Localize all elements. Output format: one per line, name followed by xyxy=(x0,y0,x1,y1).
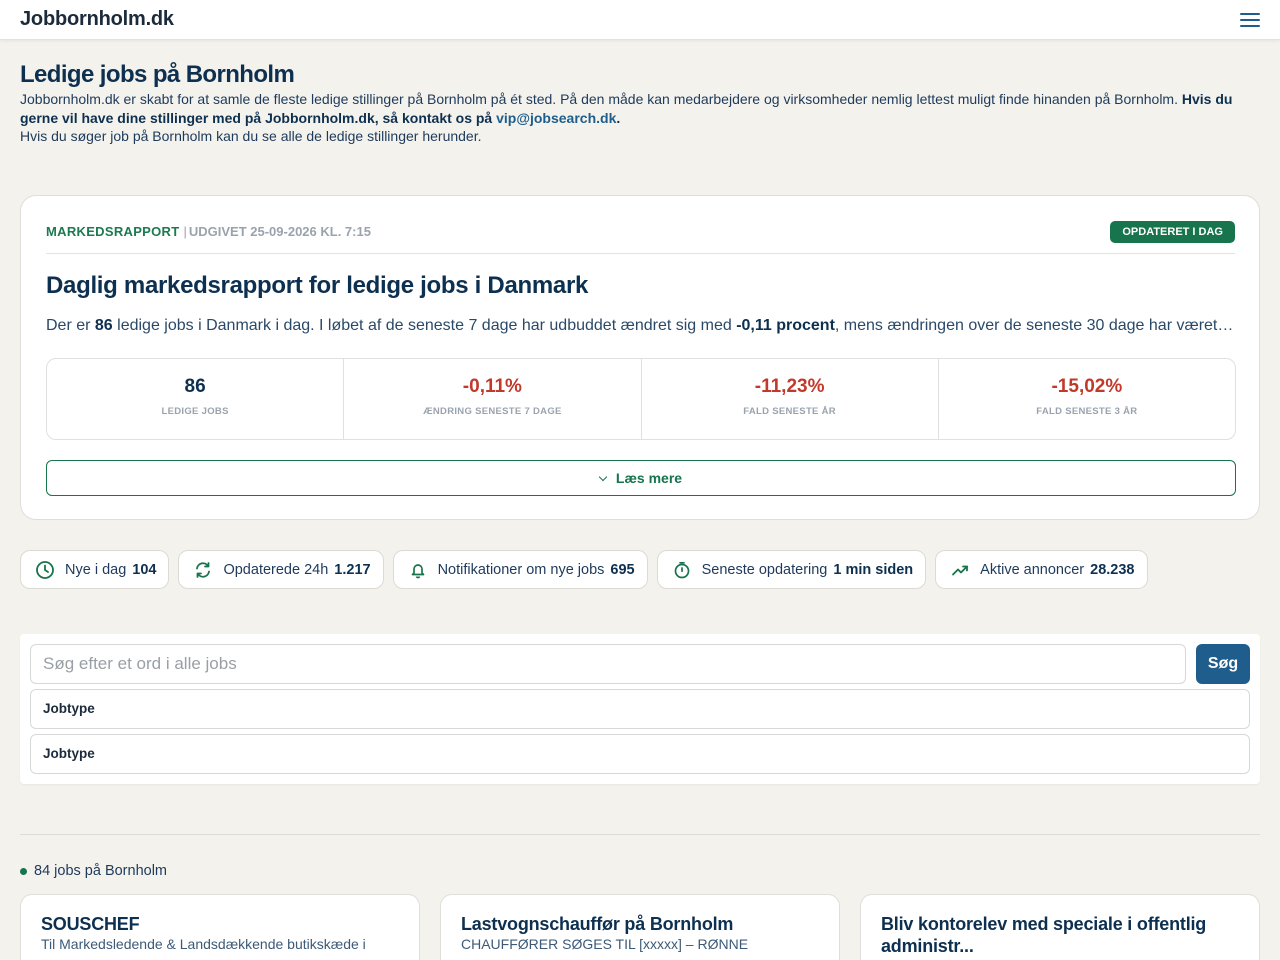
job-title[interactable]: Bliv kontorelev med speciale i offentlig… xyxy=(881,913,1239,957)
stopwatch-icon xyxy=(672,560,692,580)
top-bar: Jobbornholm.dk xyxy=(0,0,1280,40)
search-panel: Søg Jobtype Jobtype xyxy=(20,634,1260,784)
chip-latest-update: Seneste opdatering 1 min siden xyxy=(656,550,927,589)
refresh-icon xyxy=(193,560,213,580)
bell-icon xyxy=(408,560,428,580)
intro-paragraph-2: Hvis du søger job på Bornholm kan du se … xyxy=(20,128,482,144)
section-divider xyxy=(20,834,1260,835)
job-count: 84 jobs på Bornholm xyxy=(20,863,167,879)
intro-section: Ledige jobs på Bornholm Jobbornholm.dk e… xyxy=(20,60,1250,146)
job-title[interactable]: SOUSCHEF xyxy=(41,913,399,935)
site-logo[interactable]: Jobbornholm.dk xyxy=(20,8,174,31)
chip-active-ads: Aktive annoncer 28.238 xyxy=(935,550,1148,589)
search-input[interactable] xyxy=(30,644,1186,684)
search-button[interactable]: Søg xyxy=(1196,644,1250,684)
chip-updated-24h: Opdaterede 24h 1.217 xyxy=(178,550,384,589)
report-title: Daglig markedsrapport for ledige jobs i … xyxy=(46,272,589,299)
chevron-down-icon xyxy=(598,472,608,481)
clock-icon xyxy=(35,560,55,580)
job-title[interactable]: Lastvognschauffør på Bornholm xyxy=(461,913,819,935)
report-summary: Der er 86 ledige jobs i Danmark i dag. I… xyxy=(46,317,1236,334)
jobtype-select-2[interactable]: Jobtype xyxy=(30,734,1250,774)
status-dot-icon xyxy=(20,867,27,875)
job-card[interactable]: Lastvognschauffør på Bornholm CHAUFFØRER… xyxy=(440,894,840,960)
chip-notifications: Notifikationer om nye jobs 695 xyxy=(392,550,648,589)
job-card[interactable]: Bliv kontorelev med speciale i offentlig… xyxy=(860,894,1260,960)
report-stats: 86 LEDIGE JOBS -0,11% ÆNDRING SENESTE 7 … xyxy=(46,358,1236,440)
stat-change-3-years: -15,02% FALD SENESTE 3 ÅR xyxy=(1036,376,1138,417)
report-kicker: MARKEDSRAPPORT xyxy=(46,224,180,239)
intro-paragraph: Jobbornholm.dk er skabt for at samle de … xyxy=(20,91,1233,126)
stats-chips: Nye i dag 104 Opdaterede 24h 1.217 Notifik… xyxy=(20,550,1148,589)
report-date: UDGIVET 25-09-2026 KL. 7:15 xyxy=(188,224,371,239)
job-subtitle: Til Markedsledende & Landsdækkende butik… xyxy=(41,936,366,952)
divider xyxy=(46,253,1235,254)
jobtype-select-1[interactable]: Jobtype xyxy=(30,689,1250,729)
market-report-card: MARKEDSRAPPORT | UDGIVET 25-09-2026 KL. 7:… xyxy=(20,195,1260,520)
page-title: Ledige jobs på Bornholm xyxy=(20,61,295,88)
chip-new-today: Nye i dag 104 xyxy=(20,550,170,589)
contact-email-link[interactable]: vip@jobsearch.dk xyxy=(496,110,616,126)
report-meta: MARKEDSRAPPORT | UDGIVET 25-09-2026 KL. 7:… xyxy=(46,224,371,239)
stat-change-1-year: -11,23% FALD SENESTE ÅR xyxy=(642,359,939,439)
job-card[interactable]: SOUSCHEF Til Markedsledende & Landsdække… xyxy=(20,894,420,960)
job-subtitle: CHAUFFØRER SØGES TIL [xxxxx] – RØNNE xyxy=(461,936,749,952)
trending-up-icon xyxy=(950,560,970,580)
stat-open-jobs: 86 LEDIGE JOBS xyxy=(47,359,345,439)
updated-badge: OPDATERET I DAG xyxy=(1110,221,1235,243)
hamburger-menu-icon[interactable] xyxy=(1240,10,1260,30)
stat-change-7-days: -0,11% ÆNDRING SENESTE 7 DAGE xyxy=(344,359,642,439)
read-more-button[interactable]: Læs mere xyxy=(46,460,1236,496)
